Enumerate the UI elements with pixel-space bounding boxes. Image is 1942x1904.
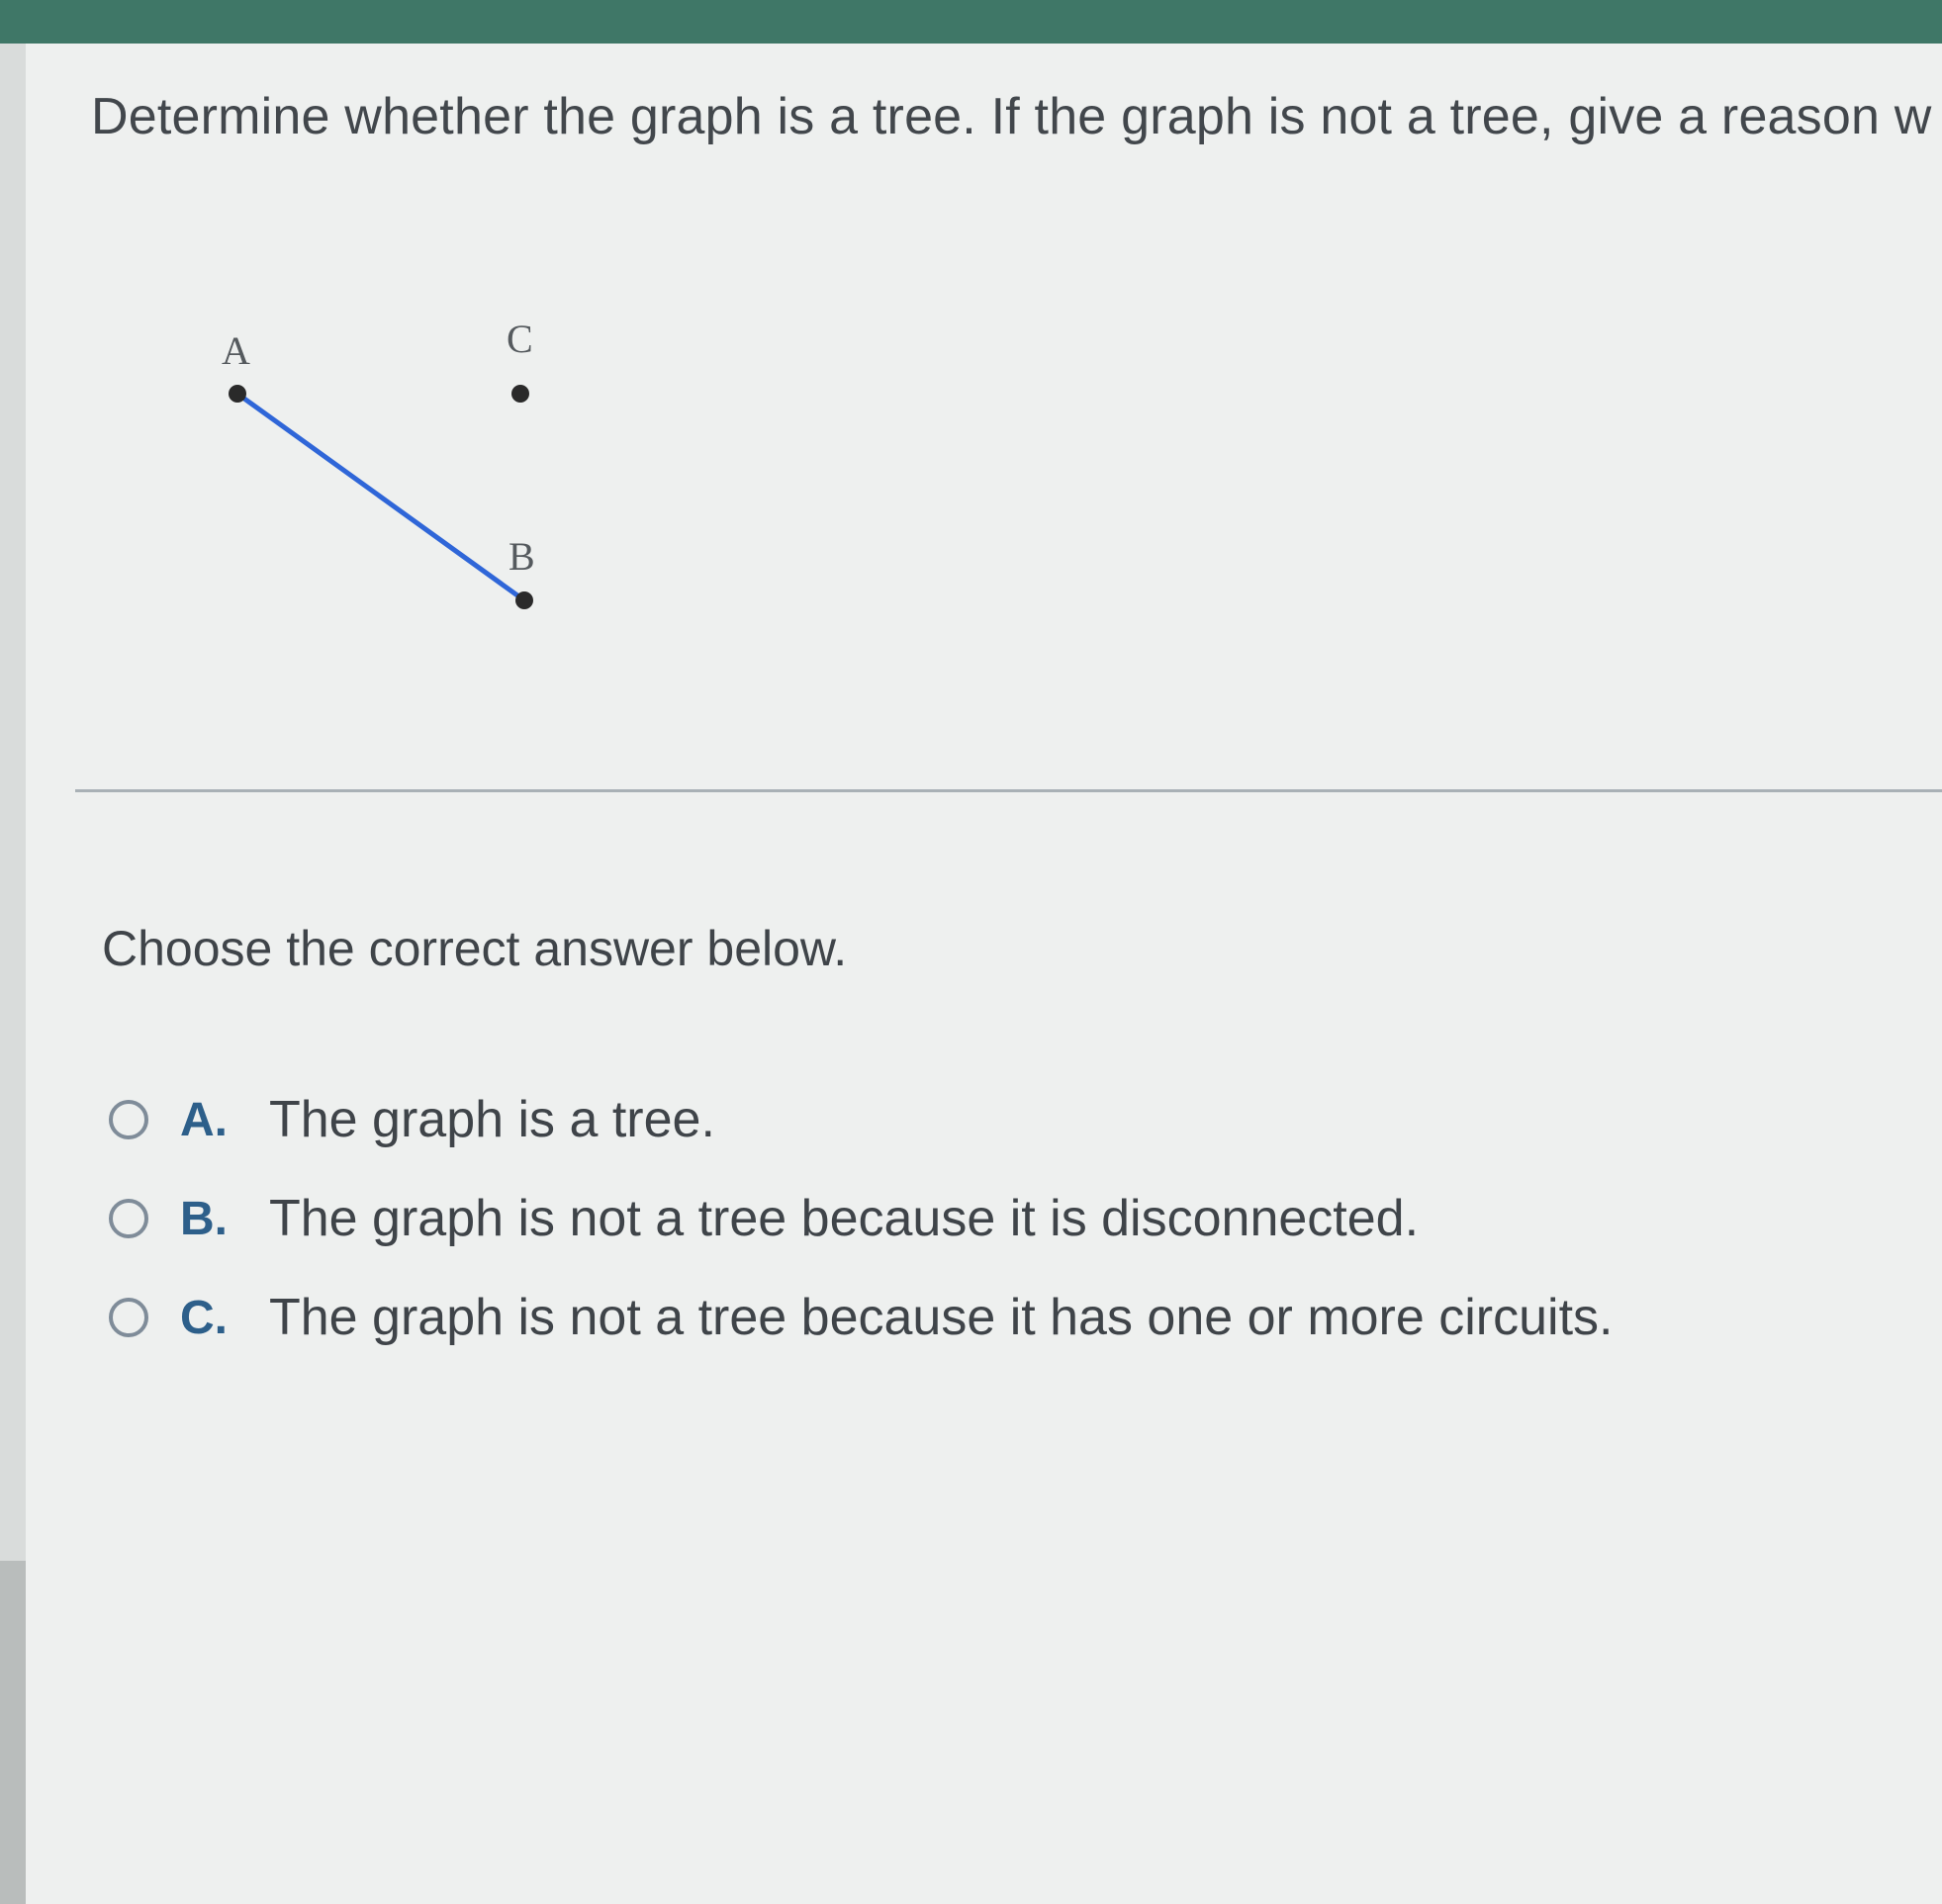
- option-c[interactable]: C. The graph is not a tree because it ha…: [109, 1268, 1890, 1367]
- question-text: Determine whether the graph is a tree. I…: [91, 88, 1932, 145]
- section-divider: [75, 789, 1942, 792]
- option-letter: C.: [180, 1291, 228, 1344]
- option-text[interactable]: The graph is not a tree because it is di…: [269, 1189, 1419, 1248]
- radio-button-icon[interactable]: [109, 1298, 148, 1337]
- graph-label-c: C: [507, 317, 533, 361]
- graph-edge-a-b: [234, 391, 527, 603]
- option-letter: B.: [180, 1192, 228, 1245]
- option-letter: A.: [180, 1093, 228, 1146]
- graph-label-b: B: [509, 534, 535, 579]
- option-a[interactable]: A. The graph is a tree.: [109, 1070, 1890, 1169]
- answer-prompt: Choose the correct answer below.: [102, 921, 848, 976]
- option-text[interactable]: The graph is a tree.: [269, 1090, 715, 1149]
- graph-vertex-c: [511, 385, 529, 403]
- radio-button-icon[interactable]: [109, 1199, 148, 1238]
- graph-vertex-b: [515, 591, 533, 609]
- answer-options: A. The graph is a tree. B. The graph is …: [109, 1070, 1890, 1367]
- option-b[interactable]: B. The graph is not a tree because it is…: [109, 1169, 1890, 1268]
- graph-label-a: A: [222, 328, 250, 373]
- graph-figure: A C B: [222, 317, 535, 609]
- top-bar: [0, 0, 1942, 44]
- radio-button-icon[interactable]: [109, 1100, 148, 1139]
- graph-vertex-a: [229, 385, 246, 403]
- option-text[interactable]: The graph is not a tree because it has o…: [269, 1288, 1613, 1347]
